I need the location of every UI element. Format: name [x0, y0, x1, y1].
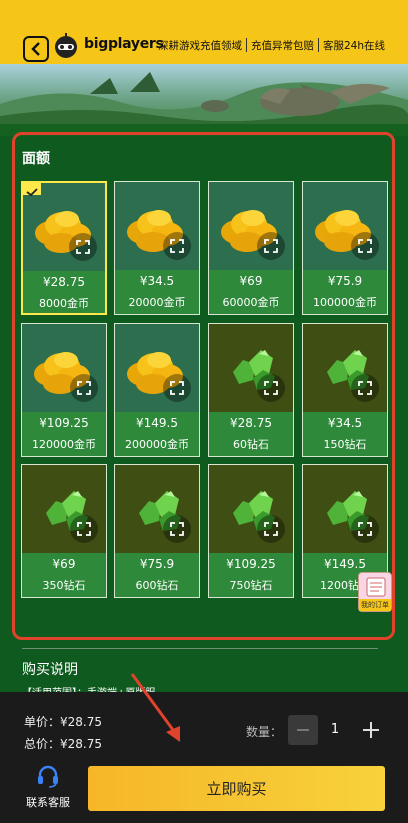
expand-icon[interactable] — [351, 374, 379, 402]
mascot-logo-icon — [55, 33, 77, 58]
quantity-increase-button[interactable] — [357, 716, 385, 744]
card-quantity: 200000金币 — [125, 438, 189, 451]
brand-name: bigplayers — [84, 36, 164, 52]
selected-check-icon — [23, 183, 41, 197]
card-quantity: 60钻石 — [233, 438, 269, 451]
card-price: ¥109.25 — [226, 557, 276, 571]
purchase-info-text: 【适用范围】：手游端+原版服 — [22, 684, 222, 692]
quantity-label: 数量： — [246, 725, 283, 739]
purchase-info-title: 购买说明 — [22, 662, 78, 678]
header: bigplayers 深耕游戏充值领域 充值异常包赔 客服24h在线 — [0, 0, 408, 64]
quantity-value[interactable]: 1 — [327, 722, 343, 737]
slogan-compensation: 充值异常包赔 — [251, 40, 314, 52]
section-divider — [22, 648, 378, 649]
back-button[interactable] — [23, 36, 49, 62]
panel-title: 面额 — [22, 151, 50, 167]
card-price: ¥69 — [52, 557, 76, 571]
denomination-card[interactable]: ¥109.25 120000金币 — [21, 323, 107, 457]
denomination-card[interactable]: ¥69 350钻石 — [21, 464, 107, 598]
unit-price: 单价：¥28.75 — [24, 715, 102, 729]
card-quantity: 350钻石 — [42, 579, 86, 592]
card-quantity: 120000金币 — [32, 438, 96, 451]
contact-service-button[interactable]: 联系客服 — [22, 764, 74, 812]
card-price: ¥75.9 — [139, 557, 175, 571]
expand-icon[interactable] — [163, 232, 191, 260]
denomination-card[interactable]: ¥69 60000金币 — [208, 181, 294, 315]
expand-icon[interactable] — [69, 233, 97, 261]
card-price: ¥34.5 — [139, 274, 175, 288]
card-price: ¥149.5 — [324, 557, 366, 571]
expand-icon[interactable] — [257, 374, 285, 402]
my-orders-badge[interactable]: 我的订单 — [358, 572, 392, 612]
denomination-card[interactable]: ¥28.75 60钻石 — [208, 323, 294, 457]
card-price: ¥28.75 — [230, 416, 272, 430]
expand-icon[interactable] — [257, 515, 285, 543]
denomination-card[interactable]: ¥28.75 8000金币 — [21, 181, 107, 315]
headset-icon — [38, 765, 58, 788]
card-quantity: 100000金币 — [313, 296, 377, 309]
denomination-card[interactable]: ¥75.9 100000金币 — [302, 181, 388, 315]
dinosaur-scene — [0, 72, 408, 136]
contact-service-label: 联系客服 — [26, 796, 70, 809]
game-banner-image — [0, 64, 408, 136]
card-price: ¥28.75 — [43, 275, 85, 289]
card-quantity: 60000金币 — [222, 296, 280, 309]
buy-now-label: 立即购买 — [206, 780, 267, 798]
expand-icon[interactable] — [70, 374, 98, 402]
plus-icon — [363, 722, 379, 738]
slogan-service: 客服24h在线 — [323, 40, 386, 52]
quantity-decrease-button[interactable] — [288, 715, 318, 745]
expand-icon[interactable] — [257, 232, 285, 260]
card-price: ¥75.9 — [327, 274, 363, 288]
denomination-card[interactable]: ¥34.5 20000金币 — [114, 181, 200, 315]
divider — [246, 38, 247, 52]
card-quantity: 600钻石 — [135, 579, 179, 592]
denomination-card[interactable]: ¥34.5 150钻石 — [302, 323, 388, 457]
card-quantity: 750钻石 — [229, 579, 273, 592]
divider — [318, 38, 319, 52]
expand-icon[interactable] — [351, 232, 379, 260]
denomination-card[interactable]: ¥75.9 600钻石 — [114, 464, 200, 598]
card-quantity: 20000金币 — [128, 296, 186, 309]
card-price: ¥149.5 — [136, 416, 178, 430]
denomination-card[interactable]: ¥149.5 200000金币 — [114, 323, 200, 457]
minus-icon — [297, 729, 309, 731]
card-price: ¥34.5 — [327, 416, 363, 430]
my-orders-label: 我的订单 — [359, 599, 391, 611]
slogan-recharge-field: 深耕游戏充值领域 — [158, 40, 242, 52]
pointer-arrow-annotation — [130, 673, 180, 742]
total-price: 总价：¥28.75 — [24, 737, 102, 751]
expand-icon[interactable] — [351, 515, 379, 543]
card-price: ¥109.25 — [39, 416, 89, 430]
back-arrow-icon — [31, 42, 40, 56]
card-quantity: 150钻石 — [323, 438, 367, 451]
card-quantity: 8000金币 — [39, 297, 89, 310]
expand-icon[interactable] — [163, 515, 191, 543]
expand-icon[interactable] — [163, 374, 191, 402]
denomination-card[interactable]: ¥109.25 750钻石 — [208, 464, 294, 598]
expand-icon[interactable] — [70, 515, 98, 543]
buy-now-button[interactable]: 立即购买 — [88, 766, 385, 811]
order-list-icon — [366, 577, 386, 597]
card-price: ¥69 — [239, 274, 263, 288]
